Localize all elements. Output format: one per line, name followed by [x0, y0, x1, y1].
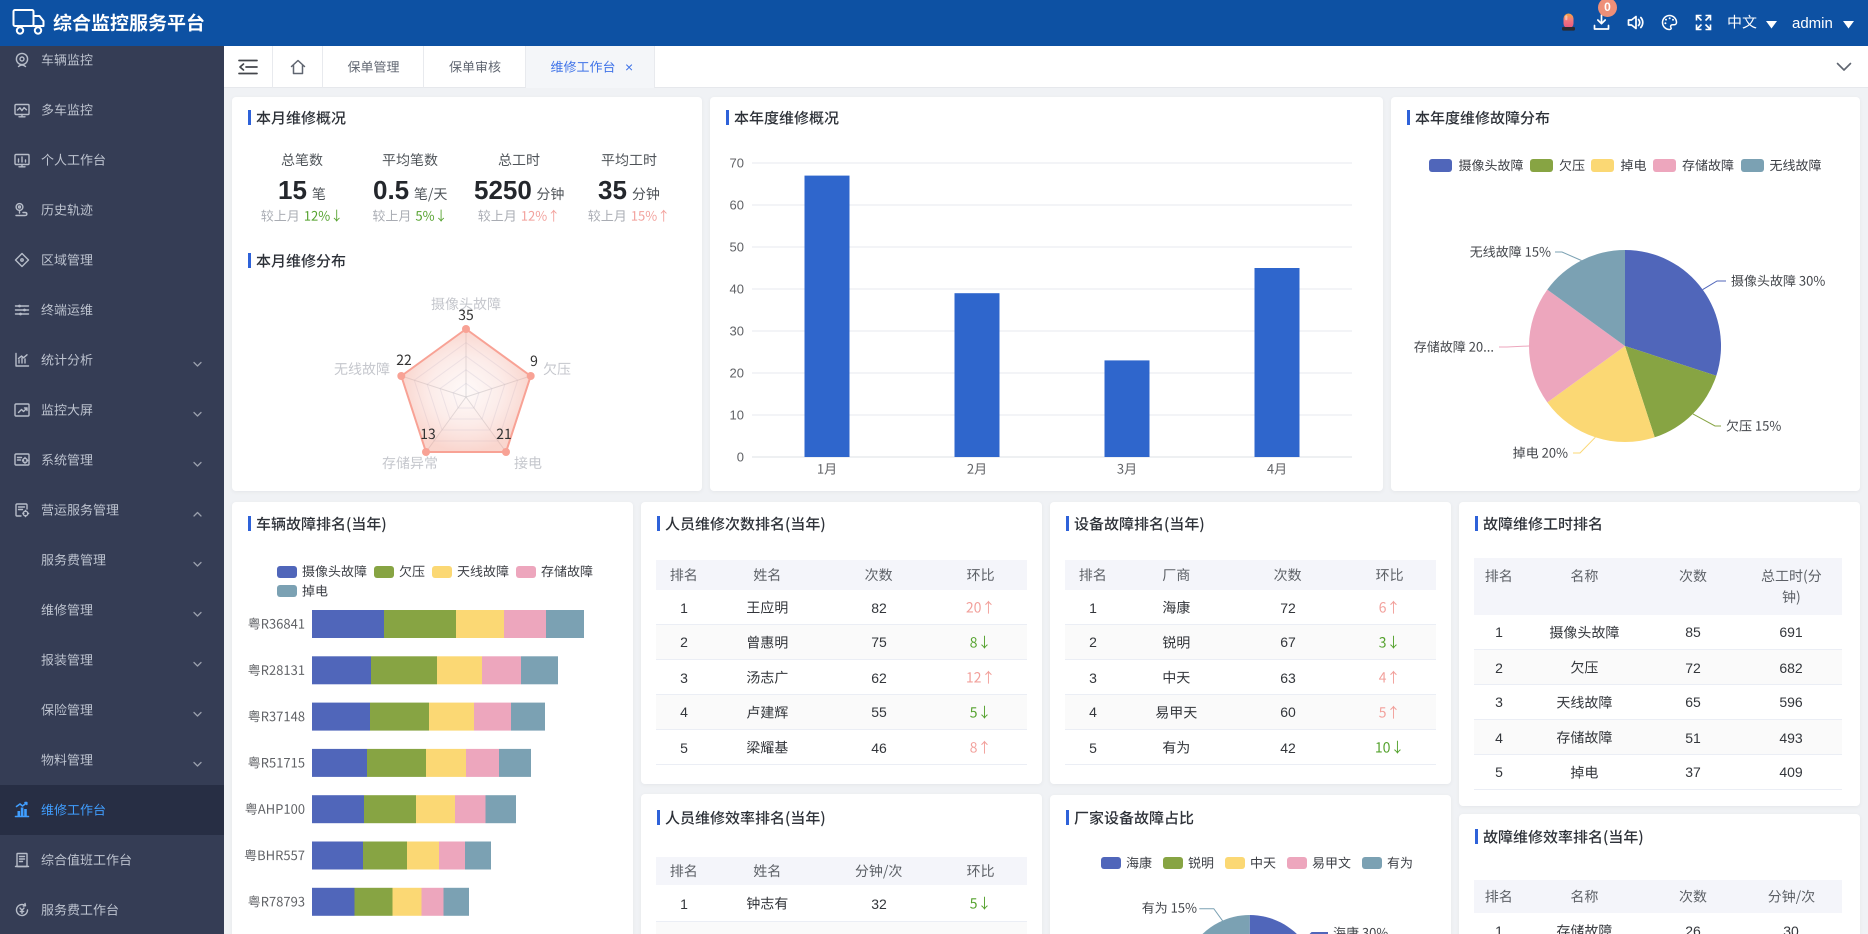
svg-text:60: 60 — [730, 198, 744, 213]
svg-text:50: 50 — [730, 240, 744, 255]
svg-text:0: 0 — [737, 450, 744, 465]
svg-text:40: 40 — [730, 282, 744, 297]
svg-text:30: 30 — [730, 324, 744, 339]
svg-text:10: 10 — [730, 408, 744, 423]
svg-text:20: 20 — [730, 366, 744, 381]
svg-text:70: 70 — [730, 156, 744, 171]
